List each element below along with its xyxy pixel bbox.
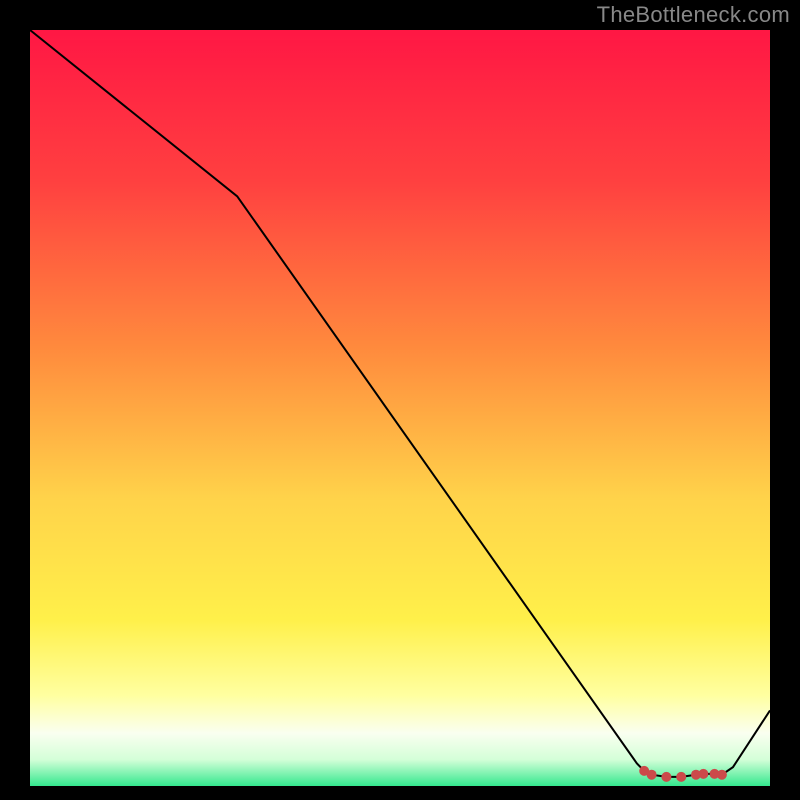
chart-plot: [0, 0, 800, 800]
data-marker: [698, 769, 708, 779]
data-marker: [661, 772, 671, 782]
plot-background: [30, 30, 770, 786]
data-marker: [676, 772, 686, 782]
chart-container: TheBottleneck.com: [0, 0, 800, 800]
data-marker: [717, 770, 727, 780]
data-marker: [647, 770, 657, 780]
attribution-text: TheBottleneck.com: [597, 2, 790, 28]
